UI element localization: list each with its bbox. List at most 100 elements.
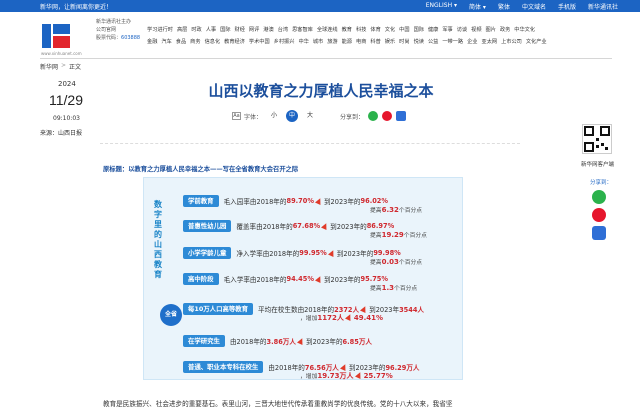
nav-item-2[interactable]: 悦读 xyxy=(414,38,424,45)
source-label: 来源： xyxy=(40,130,59,137)
gain-prefix: 提高 xyxy=(370,233,382,239)
link-english[interactable]: ENGLISH ▾ xyxy=(426,2,457,11)
nav-item[interactable]: 政务 xyxy=(500,26,510,33)
nav-item-2[interactable]: 上市公司 xyxy=(501,38,522,45)
nav-item-2[interactable]: 亚太网 xyxy=(482,38,498,45)
side-share-panel: 分享到： xyxy=(590,178,622,244)
link-mobile[interactable]: 手机版 xyxy=(558,2,576,11)
nav-item[interactable]: 思客智库 xyxy=(292,26,313,33)
gain-suffix: 个百分点 xyxy=(398,208,423,214)
nav-item-2[interactable]: 金融 xyxy=(147,38,157,45)
stat-gain: 提高6.32个百分点 xyxy=(370,205,422,214)
stock-code[interactable]: 603888 xyxy=(121,35,140,41)
nav-item[interactable]: 图片 xyxy=(486,26,496,33)
nav-item[interactable]: 人事 xyxy=(206,26,216,33)
breadcrumb-home[interactable]: 新华网 xyxy=(40,62,58,71)
stat-gain: 提高1.3个百分点 xyxy=(370,283,417,292)
nav-item[interactable]: 健康 xyxy=(428,26,438,33)
side-wechat-icon[interactable] xyxy=(592,190,606,204)
nav-item-2[interactable]: 旅游 xyxy=(327,38,337,45)
stat-category: 小学学龄儿童 xyxy=(183,247,232,259)
nav-item[interactable]: 国际 xyxy=(220,26,230,33)
province-badge: 全省 xyxy=(160,304,182,326)
nav-item[interactable]: 高层 xyxy=(177,26,187,33)
nav-item-2[interactable]: 科普 xyxy=(370,38,380,45)
nav-item[interactable]: 军事 xyxy=(442,26,452,33)
side-mobile-icon[interactable] xyxy=(592,226,606,240)
stat-value-2018: 67.68% xyxy=(292,222,321,230)
nav-item[interactable]: 中国 xyxy=(399,26,409,33)
nav-item[interactable]: 网评 xyxy=(249,26,259,33)
weibo-share-icon[interactable] xyxy=(382,111,393,121)
nav-item-2[interactable]: 食品 xyxy=(176,38,186,45)
nav-item[interactable]: 台湾 xyxy=(278,26,288,33)
nav-item-2[interactable]: 企业 xyxy=(467,38,477,45)
nav-item-2[interactable]: 城市 xyxy=(313,38,323,45)
font-small-button[interactable]: 小 xyxy=(268,110,280,122)
nav-row-2: 金融 汽车 食品 商务 信息化 教育经济 学术中国 乡村振兴 中华 城市 旅游 能源 电商 科普 娱乐 时尚悦… xyxy=(147,38,612,45)
up-arrow-icon xyxy=(327,249,336,257)
stat-mid: 到2023年的 xyxy=(323,276,361,284)
link-agency[interactable]: 新华通讯社 xyxy=(588,2,618,11)
wechat-share-icon[interactable] xyxy=(368,111,379,121)
up-arrow-icon xyxy=(354,371,363,379)
side-weibo-icon[interactable] xyxy=(592,208,606,222)
nav-item[interactable]: 全球连线 xyxy=(317,26,338,33)
stat-row: 在学研究生 由2018年的 3.86万人 到2023年的 6.85万人 xyxy=(183,332,372,350)
nav-item[interactable]: 国际 xyxy=(414,26,424,33)
link-chinese-domain[interactable]: 中文域名 xyxy=(522,2,546,11)
nav-item[interactable]: 文化 xyxy=(385,26,395,33)
article-divider xyxy=(100,143,520,144)
stat-category: 每10万人口高等教育 xyxy=(183,303,254,315)
nav-item[interactable]: 财经 xyxy=(235,26,245,33)
nav-item-2[interactable]: 文化产业 xyxy=(526,38,547,45)
stat-value-2023: 3544人 xyxy=(399,306,425,314)
font-medium-button[interactable]: 中 xyxy=(286,110,299,122)
nav-item-2[interactable]: 乡村振兴 xyxy=(274,38,295,45)
font-label: 字体： xyxy=(244,113,263,121)
stat-value-2018: 89.70% xyxy=(286,197,314,205)
nav-item[interactable]: 时政 xyxy=(191,26,201,33)
nav-item[interactable]: 科技 xyxy=(356,26,366,33)
nav-item[interactable]: 访谈 xyxy=(457,26,467,33)
share-label: 分享到： xyxy=(340,113,365,121)
nav-item[interactable]: 教育 xyxy=(342,26,352,33)
nav-item-2[interactable]: 能源 xyxy=(342,38,352,45)
nav-item[interactable]: 中华文化 xyxy=(514,26,535,33)
qr-icon xyxy=(584,126,610,152)
welcome-text: 新华网，让新闻离你更近！ xyxy=(40,4,113,11)
stat-prefix: 由2018年的 xyxy=(229,338,267,346)
nav-item[interactable]: 学习进行时 xyxy=(147,26,173,33)
nav-item-2[interactable]: 学术中国 xyxy=(249,38,270,45)
date-year: 2024 xyxy=(58,80,76,88)
qr-code[interactable] xyxy=(582,124,612,154)
xinhua-logo[interactable] xyxy=(40,18,72,52)
nav-item-2[interactable]: 汽车 xyxy=(161,38,171,45)
nav-item-2[interactable]: 教育经济 xyxy=(224,38,245,45)
nav-item-2[interactable]: 信息化 xyxy=(205,38,221,45)
nav-item[interactable]: 港澳 xyxy=(263,26,273,33)
stat-category: 学前教育 xyxy=(183,195,219,207)
nav-item-2[interactable]: 一带一路 xyxy=(442,38,463,45)
up-arrow-icon xyxy=(360,305,369,313)
stat-gain: ，增加19.73万人 25.77% xyxy=(300,371,393,381)
stat-category: 在学研究生 xyxy=(183,335,225,347)
gain-prefix: ，增加 xyxy=(300,316,318,322)
stat-value-2018: 3.86万人 xyxy=(266,338,296,346)
font-large-button[interactable]: 大 xyxy=(304,110,316,122)
link-simplified[interactable]: 简体 ▾ xyxy=(469,2,486,11)
nav-item[interactable]: 体育 xyxy=(370,26,380,33)
nav-item-2[interactable]: 娱乐 xyxy=(385,38,395,45)
mobile-share-icon[interactable] xyxy=(396,111,407,121)
source-line: 来源：山西日报 xyxy=(40,128,82,137)
gain-value: 0.03 xyxy=(381,258,399,266)
date-month-day: 11/29 xyxy=(49,92,83,108)
nav-item-2[interactable]: 公益 xyxy=(428,38,438,45)
nav-item-2[interactable]: 中华 xyxy=(298,38,308,45)
stat-mid: 到2023年的 xyxy=(336,250,374,258)
nav-item-2[interactable]: 商务 xyxy=(190,38,200,45)
nav-item-2[interactable]: 电商 xyxy=(356,38,366,45)
link-traditional[interactable]: 繁体 xyxy=(498,2,510,11)
nav-item-2[interactable]: 时尚 xyxy=(399,38,409,45)
nav-item[interactable]: 视频 xyxy=(471,26,481,33)
